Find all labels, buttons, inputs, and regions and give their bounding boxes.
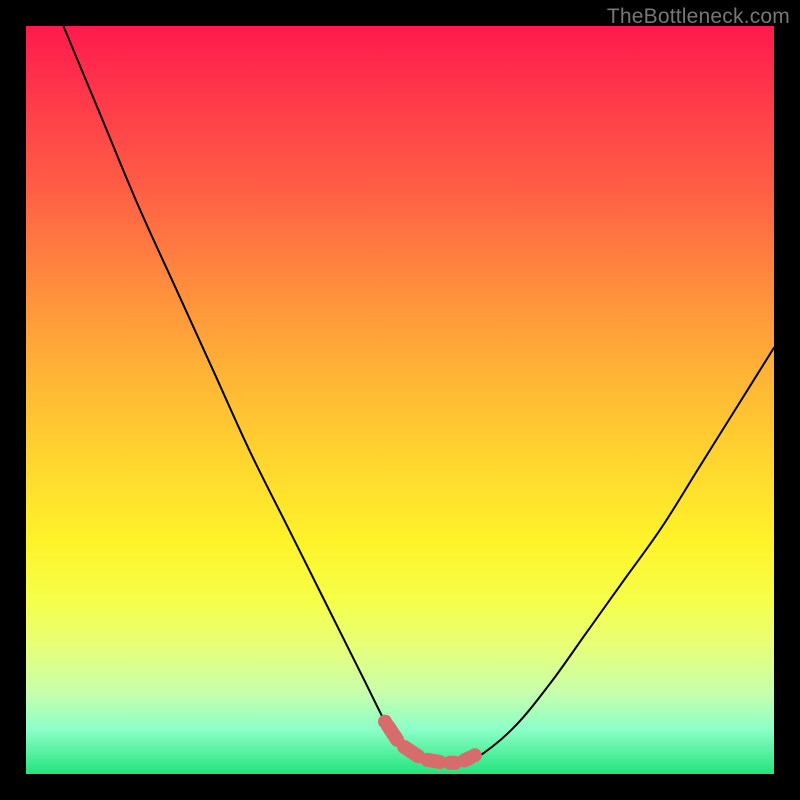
gradient-background xyxy=(26,26,774,774)
plot-area xyxy=(26,26,774,774)
watermark-text: TheBottleneck.com xyxy=(607,5,790,29)
